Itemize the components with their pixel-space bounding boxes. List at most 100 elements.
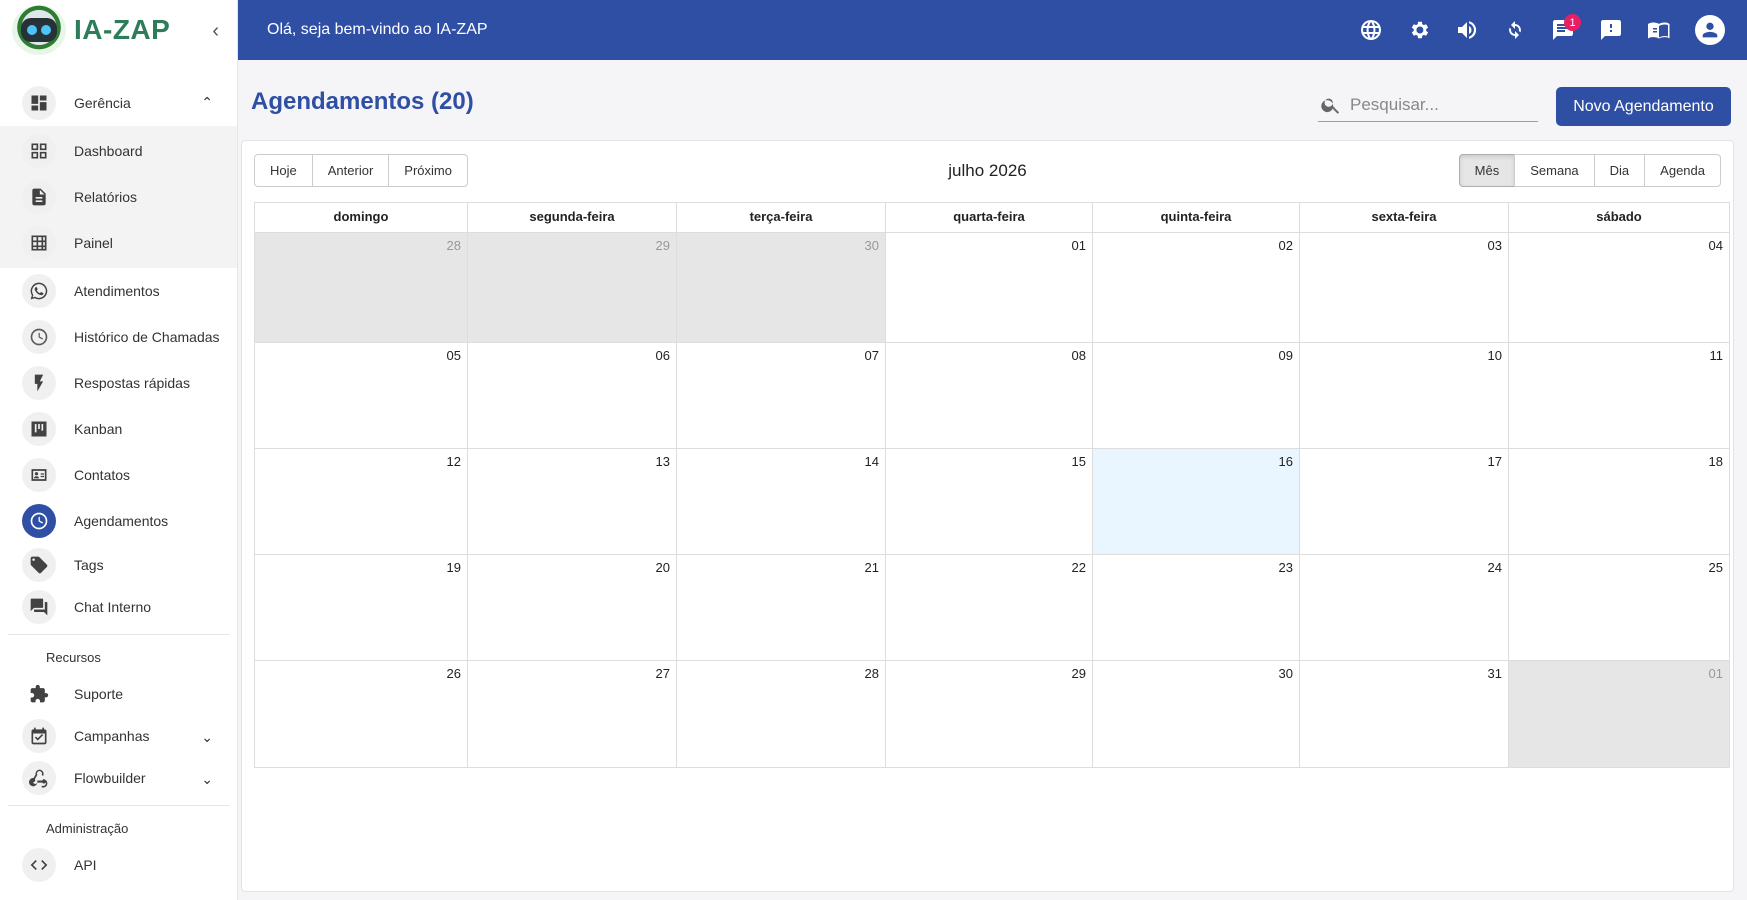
view-day-button[interactable]: Dia (1593, 154, 1646, 187)
day-number[interactable]: 25 (1709, 560, 1723, 575)
day-number[interactable]: 26 (447, 666, 461, 681)
day-number[interactable]: 24 (1488, 560, 1502, 575)
day-number[interactable]: 02 (1279, 238, 1293, 253)
calendar-day[interactable]: 08 (885, 343, 1092, 448)
day-number[interactable]: 22 (1072, 560, 1086, 575)
search-input[interactable] (1350, 94, 1530, 115)
calendar-day[interactable]: 31 (1299, 661, 1508, 767)
book-icon[interactable] (1635, 6, 1683, 54)
calendar-day[interactable]: 03 (1299, 233, 1508, 342)
day-number[interactable]: 06 (656, 348, 670, 363)
sidebar-item-atendimentos[interactable]: Atendimentos (0, 268, 237, 314)
day-number[interactable]: 15 (1072, 454, 1086, 469)
view-week-button[interactable]: Semana (1514, 154, 1595, 187)
refresh-icon[interactable] (1491, 6, 1539, 54)
calendar-day[interactable]: 19 (255, 555, 467, 660)
day-number[interactable]: 09 (1279, 348, 1293, 363)
calendar-day[interactable]: 28 (676, 661, 885, 767)
view-month-button[interactable]: Mês (1458, 154, 1516, 187)
sidebar-item-flowbuilder[interactable]: Flowbuilder ⌄ (0, 757, 237, 799)
new-appointment-button[interactable]: Novo Agendamento (1556, 87, 1731, 126)
sidebar-item-painel[interactable]: Painel (0, 220, 237, 266)
calendar-day[interactable]: 05 (255, 343, 467, 448)
day-number[interactable]: 07 (865, 348, 879, 363)
calendar-day[interactable]: 30 (676, 233, 885, 342)
sidebar-item-gerencia[interactable]: Gerência ⌃ (0, 80, 237, 126)
sidebar-item-tags[interactable]: Tags (0, 544, 237, 586)
day-number[interactable]: 10 (1488, 348, 1502, 363)
day-number[interactable]: 05 (447, 348, 461, 363)
calendar-day[interactable]: 15 (885, 449, 1092, 554)
calendar-day[interactable]: 09 (1092, 343, 1299, 448)
view-agenda-button[interactable]: Agenda (1644, 154, 1721, 187)
calendar-day[interactable]: 27 (467, 661, 676, 767)
globe-icon[interactable] (1347, 6, 1395, 54)
calendar-day[interactable]: 07 (676, 343, 885, 448)
account-icon[interactable] (1695, 15, 1725, 45)
sidebar-item-campanhas[interactable]: Campanhas ⌄ (0, 715, 237, 757)
sidebar-item-contatos[interactable]: Contatos (0, 452, 237, 498)
volume-icon[interactable] (1443, 6, 1491, 54)
day-number[interactable]: 13 (656, 454, 670, 469)
sidebar-item-api[interactable]: API (0, 844, 237, 886)
search-field[interactable] (1318, 88, 1538, 122)
next-button[interactable]: Próximo (388, 154, 468, 187)
day-number[interactable]: 29 (656, 238, 670, 253)
calendar-day-today[interactable]: 16 (1092, 449, 1299, 554)
day-number[interactable]: 30 (1279, 666, 1293, 681)
sidebar-item-dashboard[interactable]: Dashboard (0, 128, 237, 174)
day-number[interactable]: 27 (656, 666, 670, 681)
calendar-day[interactable]: 29 (885, 661, 1092, 767)
today-button[interactable]: Hoje (254, 154, 313, 187)
calendar-day[interactable]: 24 (1299, 555, 1508, 660)
sidebar-item-agendamentos[interactable]: Agendamentos (0, 498, 237, 544)
day-number[interactable]: 19 (447, 560, 461, 575)
calendar-day[interactable]: 23 (1092, 555, 1299, 660)
sidebar-item-relatorios[interactable]: Relatórios (0, 174, 237, 220)
calendar-day[interactable]: 20 (467, 555, 676, 660)
chat-icon[interactable]: 1 (1539, 6, 1587, 54)
calendar-day[interactable]: 25 (1508, 555, 1729, 660)
calendar-day[interactable]: 01 (885, 233, 1092, 342)
calendar-day[interactable]: 30 (1092, 661, 1299, 767)
gear-icon[interactable] (1395, 6, 1443, 54)
calendar-day[interactable]: 29 (467, 233, 676, 342)
day-number[interactable]: 29 (1072, 666, 1086, 681)
day-number[interactable]: 14 (865, 454, 879, 469)
sidebar-item-chat-interno[interactable]: Chat Interno (0, 586, 237, 628)
calendar-day[interactable]: 28 (255, 233, 467, 342)
calendar-day[interactable]: 12 (255, 449, 467, 554)
calendar-day[interactable]: 21 (676, 555, 885, 660)
day-number[interactable]: 17 (1488, 454, 1502, 469)
previous-button[interactable]: Anterior (311, 154, 390, 187)
calendar-day[interactable]: 13 (467, 449, 676, 554)
day-number[interactable]: 03 (1488, 238, 1502, 253)
day-number[interactable]: 30 (865, 238, 879, 253)
calendar-day[interactable]: 04 (1508, 233, 1729, 342)
sidebar-item-respostas-rapidas[interactable]: Respostas rápidas (0, 360, 237, 406)
day-number[interactable]: 21 (865, 560, 879, 575)
day-number[interactable]: 23 (1279, 560, 1293, 575)
day-number[interactable]: 12 (447, 454, 461, 469)
calendar-day[interactable]: 10 (1299, 343, 1508, 448)
day-number[interactable]: 28 (447, 238, 461, 253)
day-number[interactable]: 01 (1072, 238, 1086, 253)
day-number[interactable]: 16 (1279, 454, 1293, 469)
day-number[interactable]: 04 (1709, 238, 1723, 253)
day-number[interactable]: 20 (656, 560, 670, 575)
sidebar-item-kanban[interactable]: Kanban (0, 406, 237, 452)
calendar-day[interactable]: 17 (1299, 449, 1508, 554)
calendar-day[interactable]: 26 (255, 661, 467, 767)
day-number[interactable]: 08 (1072, 348, 1086, 363)
day-number[interactable]: 28 (865, 666, 879, 681)
calendar-day[interactable]: 11 (1508, 343, 1729, 448)
sidebar-item-suporte[interactable]: Suporte (0, 673, 237, 715)
calendar-day[interactable]: 02 (1092, 233, 1299, 342)
day-number[interactable]: 18 (1709, 454, 1723, 469)
calendar-day[interactable]: 06 (467, 343, 676, 448)
chevron-left-icon[interactable]: ‹ (212, 20, 219, 43)
day-number[interactable]: 01 (1709, 666, 1723, 681)
alert-icon[interactable] (1587, 6, 1635, 54)
sidebar-item-historico[interactable]: Histórico de Chamadas (0, 314, 237, 360)
day-number[interactable]: 31 (1488, 666, 1502, 681)
